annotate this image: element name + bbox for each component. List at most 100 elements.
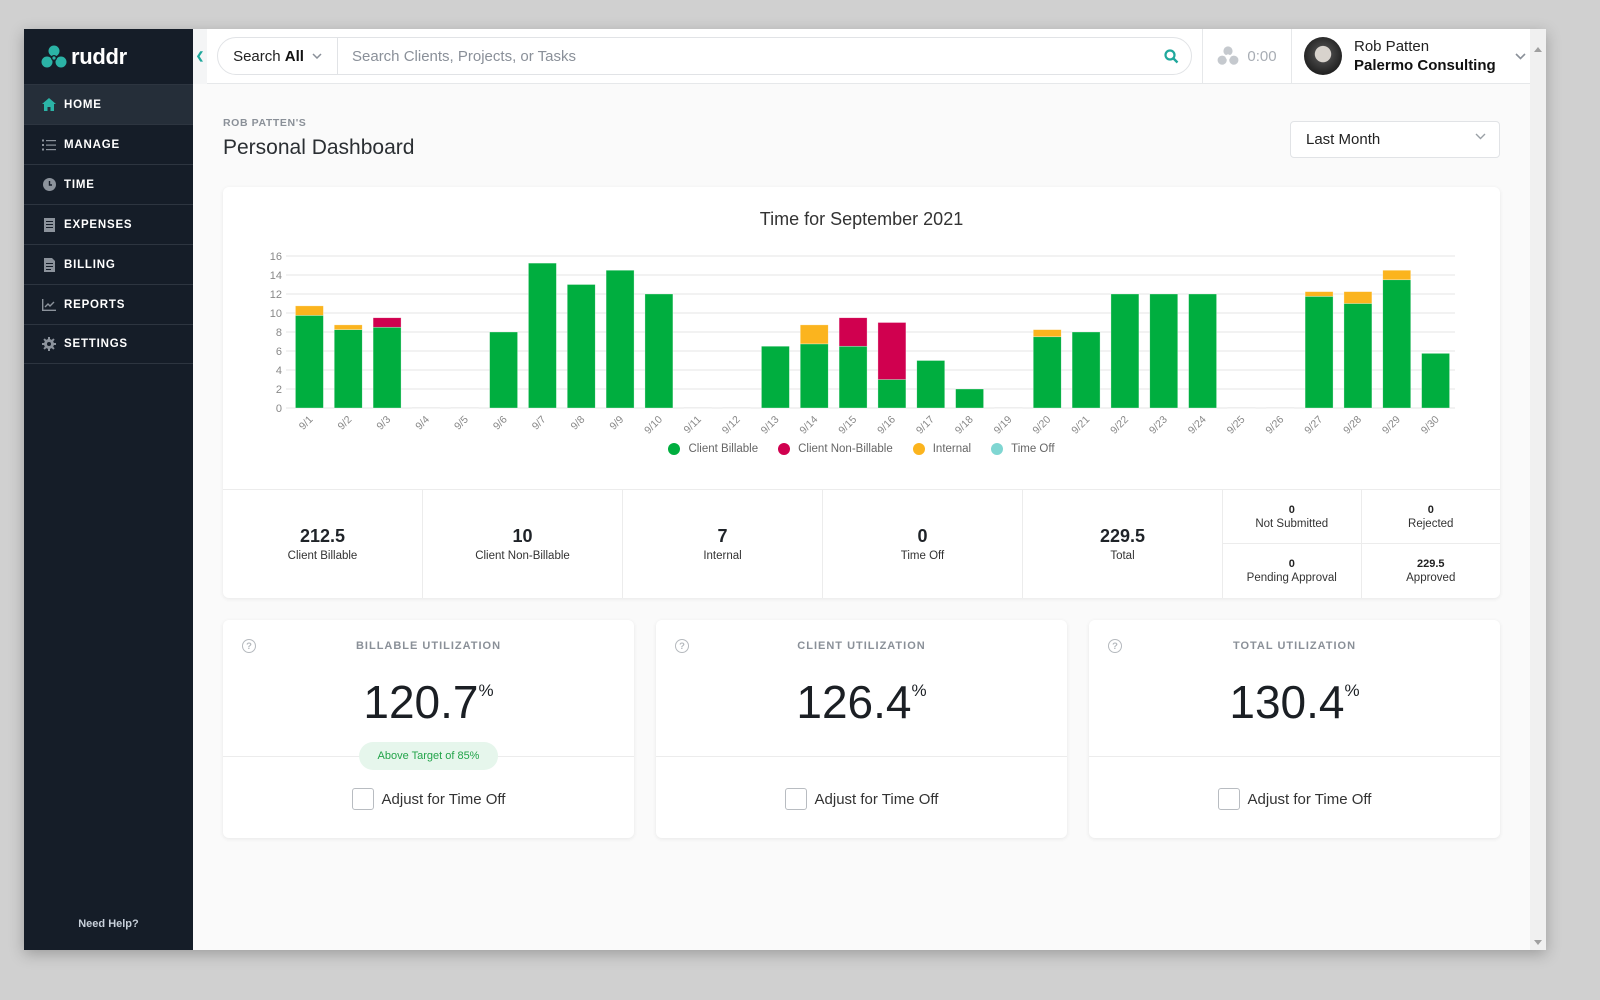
- sidebar-item-time[interactable]: TIME: [24, 164, 193, 204]
- approval-value: 0: [1288, 558, 1295, 570]
- bar-empty: [411, 407, 440, 409]
- adjust-time-off-checkbox[interactable]: Adjust for Time Off: [223, 788, 634, 810]
- billable-utilization-card: ? BILLABLE UTILIZATION 120.7% Above Targ…: [223, 620, 634, 838]
- legend-label: Time Off: [1011, 443, 1055, 455]
- x-tick-label: 9/24: [1186, 414, 1209, 437]
- stat-value: 10: [512, 526, 533, 546]
- x-tick-label: 9/28: [1341, 414, 1364, 437]
- bar-segment-internal: [1382, 269, 1412, 281]
- need-help-link[interactable]: Need Help?: [24, 918, 193, 930]
- stat-label: Time Off: [900, 550, 945, 562]
- x-tick-label: 9/11: [681, 414, 703, 436]
- avatar: [1304, 37, 1342, 75]
- user-name: Rob Patten: [1354, 38, 1430, 55]
- adjust-time-off-checkbox[interactable]: Adjust for Time Off: [656, 788, 1067, 810]
- invoice-icon: [42, 257, 56, 272]
- stat-label: Total: [1110, 550, 1135, 562]
- utilization-cards: ? BILLABLE UTILIZATION 120.7% Above Targ…: [223, 620, 1500, 838]
- utilization-value: 130.4%: [1229, 676, 1360, 728]
- x-tick-label: 9/27: [1302, 414, 1325, 437]
- checkbox[interactable]: [1217, 788, 1240, 810]
- scroll-up-arrow-icon[interactable]: [1534, 47, 1542, 52]
- legend-item[interactable]: Time Off: [991, 443, 1055, 455]
- bar-empty: [1227, 407, 1256, 409]
- search-bar: Search All: [217, 37, 1192, 75]
- x-tick-label: 9/26: [1263, 414, 1286, 437]
- sidebar-item-reports[interactable]: REPORTS: [24, 284, 193, 324]
- sidebar-item-home[interactable]: HOME: [24, 84, 193, 124]
- bar-segment-client-billable: [1421, 353, 1450, 409]
- bar-segment-client-billable: [489, 331, 518, 409]
- bar-segment-client-billable: [838, 345, 868, 409]
- bar-segment-internal: [1032, 329, 1062, 338]
- approval-label: Approved: [1406, 572, 1456, 584]
- stat-total: 229.5 Total: [1023, 490, 1223, 598]
- search-input[interactable]: [338, 47, 1151, 65]
- sidebar-item-label: REPORTS: [64, 298, 126, 311]
- card-title: CLIENT UTILIZATION: [797, 640, 926, 652]
- x-tick-label: 9/3: [374, 414, 393, 433]
- x-tick-label: 9/7: [530, 414, 549, 433]
- legend-item[interactable]: Client Billable: [668, 443, 758, 455]
- legend-label: Client Non-Billable: [798, 443, 893, 455]
- approval-value: 229.5: [1416, 558, 1445, 570]
- bar-segment-client-non-billable: [838, 317, 868, 347]
- bar-segment-client-billable: [1071, 331, 1101, 409]
- search-button[interactable]: [1151, 48, 1191, 64]
- legend-item[interactable]: Client Non-Billable: [778, 443, 893, 455]
- sidebar-item-label: BILLING: [64, 258, 116, 271]
- timer-button[interactable]: 0:00: [1202, 29, 1292, 84]
- timer-value: 0:00: [1247, 47, 1277, 65]
- user-menu[interactable]: Rob Patten Palermo Consulting: [1292, 29, 1530, 84]
- x-tick-label: 9/25: [1225, 414, 1248, 437]
- scroll-down-arrow-icon[interactable]: [1534, 940, 1542, 945]
- period-select-value: Last Month: [1306, 131, 1381, 148]
- dashboard-owner: ROB PATTEN'S: [223, 117, 307, 129]
- legend-dot-icon: [912, 443, 925, 455]
- stat-label: Client Billable: [287, 550, 358, 562]
- timer-logo-icon: [1217, 46, 1239, 65]
- sidebar-item-expenses[interactable]: EXPENSES: [24, 204, 193, 244]
- bar-segment-client-billable: [1149, 293, 1179, 409]
- sidebar-item-label: HOME: [64, 98, 102, 111]
- bar-empty: [1266, 407, 1295, 409]
- app-window: ruddr HOME MANAGE TIME EXPENSES BILLING …: [24, 29, 1546, 950]
- sidebar-item-manage[interactable]: MANAGE: [24, 124, 193, 164]
- stat-value: 212.5: [299, 526, 346, 546]
- vertical-scrollbar[interactable]: [1530, 29, 1546, 950]
- approval-pending[interactable]: 0 Pending Approval: [1223, 544, 1362, 598]
- checkbox[interactable]: [351, 788, 374, 810]
- x-tick-label: 9/6: [491, 414, 510, 433]
- logo[interactable]: ruddr: [24, 29, 193, 84]
- sidebar-item-settings[interactable]: SETTINGS: [24, 324, 193, 364]
- adjust-time-off-checkbox[interactable]: Adjust for Time Off: [1089, 788, 1500, 810]
- x-tick-label: 9/18: [953, 414, 976, 437]
- approval-label: Rejected: [1408, 517, 1454, 530]
- stat-client-billable: 212.5 Client Billable: [223, 490, 423, 598]
- bar-segment-client-billable: [1188, 293, 1217, 409]
- sidebar: ruddr HOME MANAGE TIME EXPENSES BILLING …: [24, 29, 193, 950]
- divider: [1089, 756, 1500, 757]
- total-utilization-card: ? TOTAL UTILIZATION 130.4% Adjust for Ti…: [1089, 620, 1500, 838]
- checkbox-label: Adjust for Time Off: [1247, 790, 1372, 808]
- checkbox[interactable]: [784, 788, 807, 810]
- chart-legend: Client Billable Client Non-Billable Intern…: [223, 443, 1500, 455]
- chevron-down-icon: [1475, 133, 1486, 140]
- sidebar-item-billing[interactable]: BILLING: [24, 244, 193, 284]
- collapse-sidebar-button[interactable]: ❮: [193, 29, 207, 84]
- x-tick-label: 9/21: [1069, 414, 1092, 437]
- bar-segment-client-billable: [528, 262, 557, 409]
- y-tick-label: 4: [276, 365, 282, 377]
- approval-not-submitted[interactable]: 0 Not Submitted: [1223, 490, 1362, 544]
- y-tick-label: 12: [270, 289, 282, 301]
- bar-segment-client-billable: [916, 360, 946, 409]
- approval-rejected[interactable]: 0 Rejected: [1361, 490, 1500, 544]
- x-tick-label: 9/13: [759, 414, 782, 437]
- legend-item[interactable]: Internal: [912, 443, 971, 455]
- y-tick-label: 6: [276, 346, 282, 358]
- search-scope-dropdown[interactable]: Search All: [218, 38, 338, 74]
- bar-segment-client-billable: [566, 284, 596, 409]
- approval-approved[interactable]: 229.5 Approved: [1362, 544, 1501, 598]
- period-select[interactable]: Last Month: [1290, 121, 1500, 158]
- bar-segment-internal: [1343, 291, 1373, 304]
